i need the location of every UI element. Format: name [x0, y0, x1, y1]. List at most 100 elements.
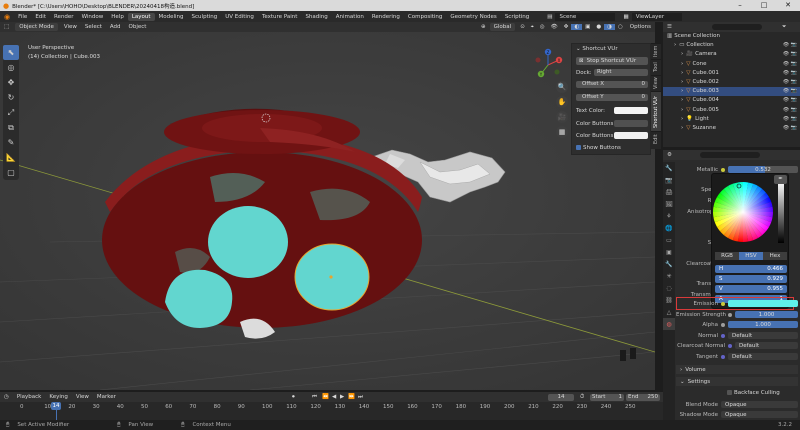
- outliner-item-collection[interactable]: › ▭ Collection 👁 📷: [663, 41, 800, 50]
- shading-rendered-icon[interactable]: ○: [615, 24, 626, 30]
- outliner-item-cube-005[interactable]: › ▽ Cube.005 👁 📷: [663, 105, 800, 114]
- end-frame-field[interactable]: End 250: [626, 393, 660, 401]
- offset-x-field[interactable]: Offset X 0: [576, 81, 648, 88]
- workspace-tab-compositing[interactable]: Compositing: [404, 13, 446, 21]
- outliner-item-cone[interactable]: › ▽ Cone 👁 📷: [663, 59, 800, 68]
- tangent-row[interactable]: Tangent Default: [676, 352, 798, 361]
- expand-arrow-icon[interactable]: ›: [681, 97, 683, 103]
- collection-props-icon[interactable]: ▭: [663, 234, 675, 246]
- tangent-value[interactable]: Default: [728, 353, 798, 360]
- workspace-tab-sculpting[interactable]: Sculpting: [188, 13, 222, 21]
- workspace-tab-texture-paint[interactable]: Texture Paint: [258, 13, 302, 21]
- emission-color-swatch[interactable]: [728, 300, 798, 307]
- outliner-item-cube-001[interactable]: › ▽ Cube.001 👁 📷: [663, 69, 800, 78]
- color-tab-rgb[interactable]: RGB: [715, 252, 739, 260]
- workspace-tab-uv-editing[interactable]: UV Editing: [221, 13, 258, 21]
- workspace-tab-geometry-nodes[interactable]: Geometry Nodes: [446, 13, 500, 21]
- outliner-filter-icon[interactable]: ⏷: [782, 24, 786, 31]
- metallic-value[interactable]: 0.532: [728, 166, 798, 173]
- expand-arrow-icon[interactable]: ›: [681, 107, 683, 113]
- workspace-tab-modeling[interactable]: Modeling: [155, 13, 188, 21]
- timeline-menu-keying[interactable]: Keying: [45, 394, 71, 400]
- clearcoat-normal-value[interactable]: Default: [735, 342, 798, 349]
- visibility-toggle-icon[interactable]: 👁 📷: [783, 125, 797, 131]
- menu-help[interactable]: Help: [107, 14, 128, 20]
- shading-solid-icon[interactable]: ●: [593, 24, 604, 30]
- playhead[interactable]: 14: [51, 402, 61, 410]
- constraints-props-icon[interactable]: ⛓: [663, 294, 675, 306]
- jump-start-icon[interactable]: ⏮: [312, 394, 317, 401]
- physics-props-icon[interactable]: ◌: [663, 282, 675, 294]
- sidebar-tab-item[interactable]: Item: [651, 43, 661, 59]
- measure-tool-icon[interactable]: 📐: [3, 150, 19, 165]
- visibility-toggle-icon[interactable]: 👁 📷: [783, 42, 797, 48]
- properties-editor-icon[interactable]: ⚙: [667, 152, 672, 158]
- blend-mode-row[interactable]: Blend Mode Opaque: [676, 400, 798, 409]
- minimize-button[interactable]: –: [728, 0, 752, 11]
- visibility-toggle-icon[interactable]: 👁 📷: [783, 51, 797, 57]
- viewport-menu-object[interactable]: Object: [125, 24, 151, 30]
- viewport-options[interactable]: Options: [626, 24, 655, 30]
- overlay-toggle-icon[interactable]: ◐: [571, 24, 583, 30]
- normal-value[interactable]: Default: [728, 332, 798, 339]
- orientation-selector[interactable]: Global: [489, 23, 516, 31]
- visibility-toggle-icon[interactable]: 👁 📷: [783, 79, 797, 85]
- expand-arrow-icon[interactable]: ›: [681, 51, 683, 57]
- workspace-tab-shading[interactable]: Shading: [301, 13, 331, 21]
- volume-panel-header[interactable]: › Volume: [676, 365, 798, 374]
- timeline-menu-playback[interactable]: Playback: [13, 394, 46, 400]
- data-props-icon[interactable]: △: [663, 306, 675, 318]
- color-tab-hex[interactable]: Hex: [763, 252, 787, 260]
- visibility-icon[interactable]: 👁: [548, 24, 561, 30]
- move-tool-icon[interactable]: ✥: [3, 75, 19, 90]
- blender-menu-icon[interactable]: ◉: [0, 13, 14, 21]
- mode-selector[interactable]: Object Mode: [15, 23, 58, 31]
- alpha-row[interactable]: Alpha 1.000: [676, 320, 798, 329]
- gizmo-toggle-icon[interactable]: ✥: [561, 24, 572, 30]
- emission-row[interactable]: Emission: [676, 299, 798, 308]
- world-props-icon[interactable]: 🌐: [663, 222, 675, 234]
- visibility-toggle-icon[interactable]: 👁 📷: [783, 116, 797, 122]
- value-slider[interactable]: [778, 181, 784, 243]
- normal-row[interactable]: Normal Default: [676, 331, 798, 340]
- menu-render[interactable]: Render: [50, 14, 78, 20]
- offset-y-field[interactable]: Offset Y 0: [576, 94, 648, 101]
- 3d-viewport[interactable]: User Perspective (14) Collection | Cube.…: [0, 32, 655, 390]
- workspace-tab-layout[interactable]: Layout: [127, 12, 155, 21]
- preview-range-icon[interactable]: ⏱: [580, 394, 584, 401]
- backface-culling-checkbox[interactable]: Backface Culling: [727, 390, 780, 396]
- viewport-menu-add[interactable]: Add: [106, 24, 125, 30]
- shading-material-icon[interactable]: ◑: [604, 24, 615, 30]
- color-h-field[interactable]: H 0.466: [715, 265, 787, 273]
- color-s-field[interactable]: S 0.929: [715, 275, 787, 283]
- properties-search-field[interactable]: [699, 152, 760, 158]
- visibility-toggle-icon[interactable]: 👁 📷: [783, 70, 797, 76]
- dock-dropdown[interactable]: Right: [594, 69, 648, 76]
- outliner-filter-field[interactable]: [711, 24, 762, 30]
- menu-edit[interactable]: Edit: [31, 14, 50, 20]
- annotate-tool-icon[interactable]: ✎: [3, 135, 19, 150]
- expand-arrow-icon[interactable]: ›: [681, 61, 683, 67]
- transform-tool-icon[interactable]: ⧉: [3, 120, 19, 135]
- xray-icon[interactable]: ▣: [582, 24, 593, 30]
- sidebar-tab-edit[interactable]: Edit: [651, 131, 661, 147]
- eyedropper-icon[interactable]: ✒: [774, 175, 787, 184]
- next-key-icon[interactable]: ⏩: [348, 394, 355, 400]
- alpha-value[interactable]: 1.000: [728, 321, 798, 328]
- view-layer-selector[interactable]: ViewLayer: [631, 12, 682, 21]
- expand-arrow-icon[interactable]: ›: [681, 70, 683, 76]
- snap-icon[interactable]: ⌖: [528, 24, 537, 31]
- shadow-mode-row[interactable]: Shadow Mode Opaque: [676, 410, 798, 419]
- sidebar-tab-shortcut-vur[interactable]: Shortcut VUr: [651, 91, 661, 131]
- tool-props-icon[interactable]: 🔧: [663, 162, 675, 174]
- outliner-item-cube-002[interactable]: › ▽ Cube.002 👁 📷: [663, 78, 800, 87]
- expand-arrow-icon[interactable]: ›: [681, 79, 683, 85]
- menu-file[interactable]: File: [14, 14, 31, 20]
- pivot-icon[interactable]: ⊙: [517, 24, 528, 30]
- stop-shortcut-button[interactable]: ⊠ Stop Shortcut VUr: [576, 57, 648, 65]
- maximize-button[interactable]: □: [752, 0, 776, 11]
- scale-tool-icon[interactable]: ⤢: [3, 105, 19, 120]
- sidebar-tab-view[interactable]: View: [651, 75, 661, 91]
- viewport-menu-select[interactable]: Select: [81, 24, 106, 30]
- scene-collection-row[interactable]: ▥ Scene Collection: [663, 32, 800, 41]
